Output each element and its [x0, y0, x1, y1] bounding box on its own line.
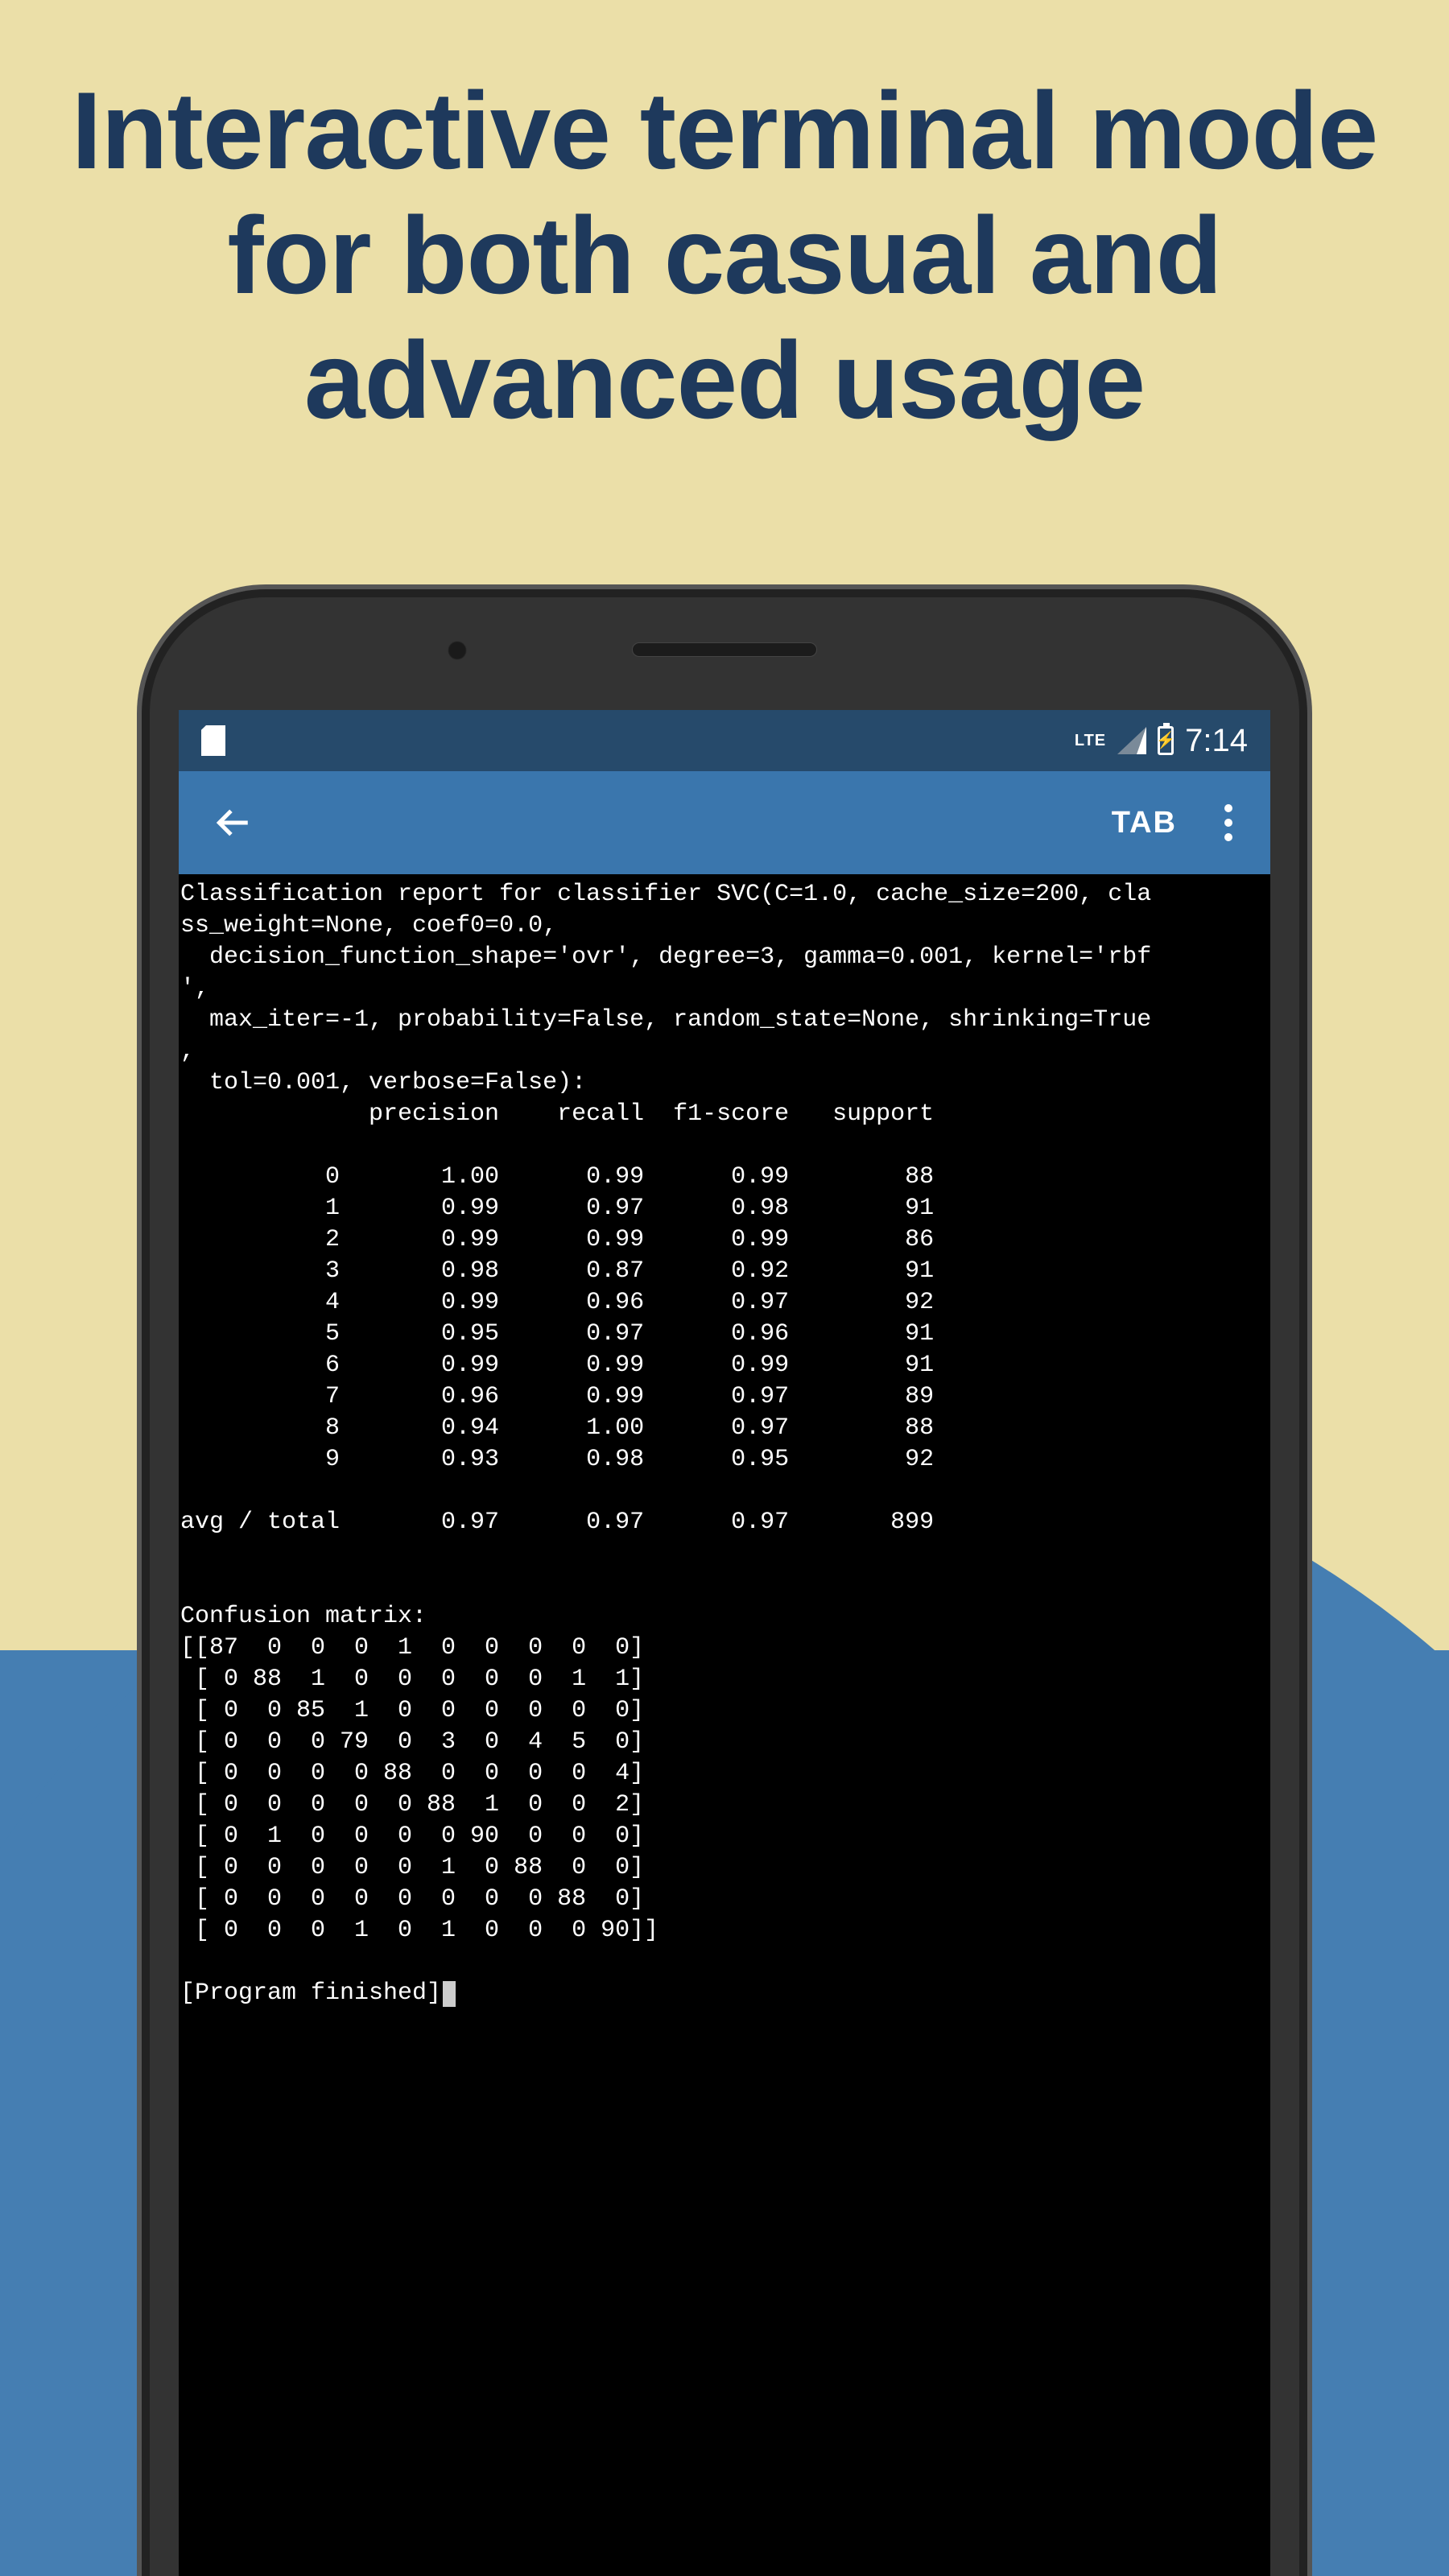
battery-charging-icon: ⚡ [1160, 729, 1171, 753]
overflow-menu-button[interactable] [1211, 797, 1246, 848]
network-lte-label: LTE [1075, 732, 1106, 750]
dot-icon [1224, 819, 1232, 827]
app-toolbar: TAB [179, 771, 1270, 874]
dot-icon [1224, 833, 1232, 841]
device-front-camera [448, 641, 467, 660]
terminal-cursor [443, 1981, 456, 2007]
status-bar: LTE ⚡ 7:14 [179, 710, 1270, 771]
arrow-left-icon [213, 803, 253, 843]
device-speaker [632, 642, 817, 657]
signal-icon [1117, 727, 1146, 754]
device-screen: LTE ⚡ 7:14 TAB Classification report for… [179, 710, 1270, 2576]
status-clock: 7:14 [1185, 723, 1248, 759]
device-frame: LTE ⚡ 7:14 TAB Classification report for… [137, 584, 1312, 2576]
tab-key-button[interactable]: TAB [1092, 790, 1196, 857]
back-button[interactable] [211, 801, 254, 844]
terminal-output[interactable]: Classification report for classifier SVC… [179, 874, 1270, 2576]
promo-headline: Interactive terminal mode for both casua… [0, 68, 1449, 443]
battery-icon: ⚡ [1158, 726, 1174, 755]
sd-card-icon [201, 725, 225, 756]
dot-icon [1224, 804, 1232, 812]
